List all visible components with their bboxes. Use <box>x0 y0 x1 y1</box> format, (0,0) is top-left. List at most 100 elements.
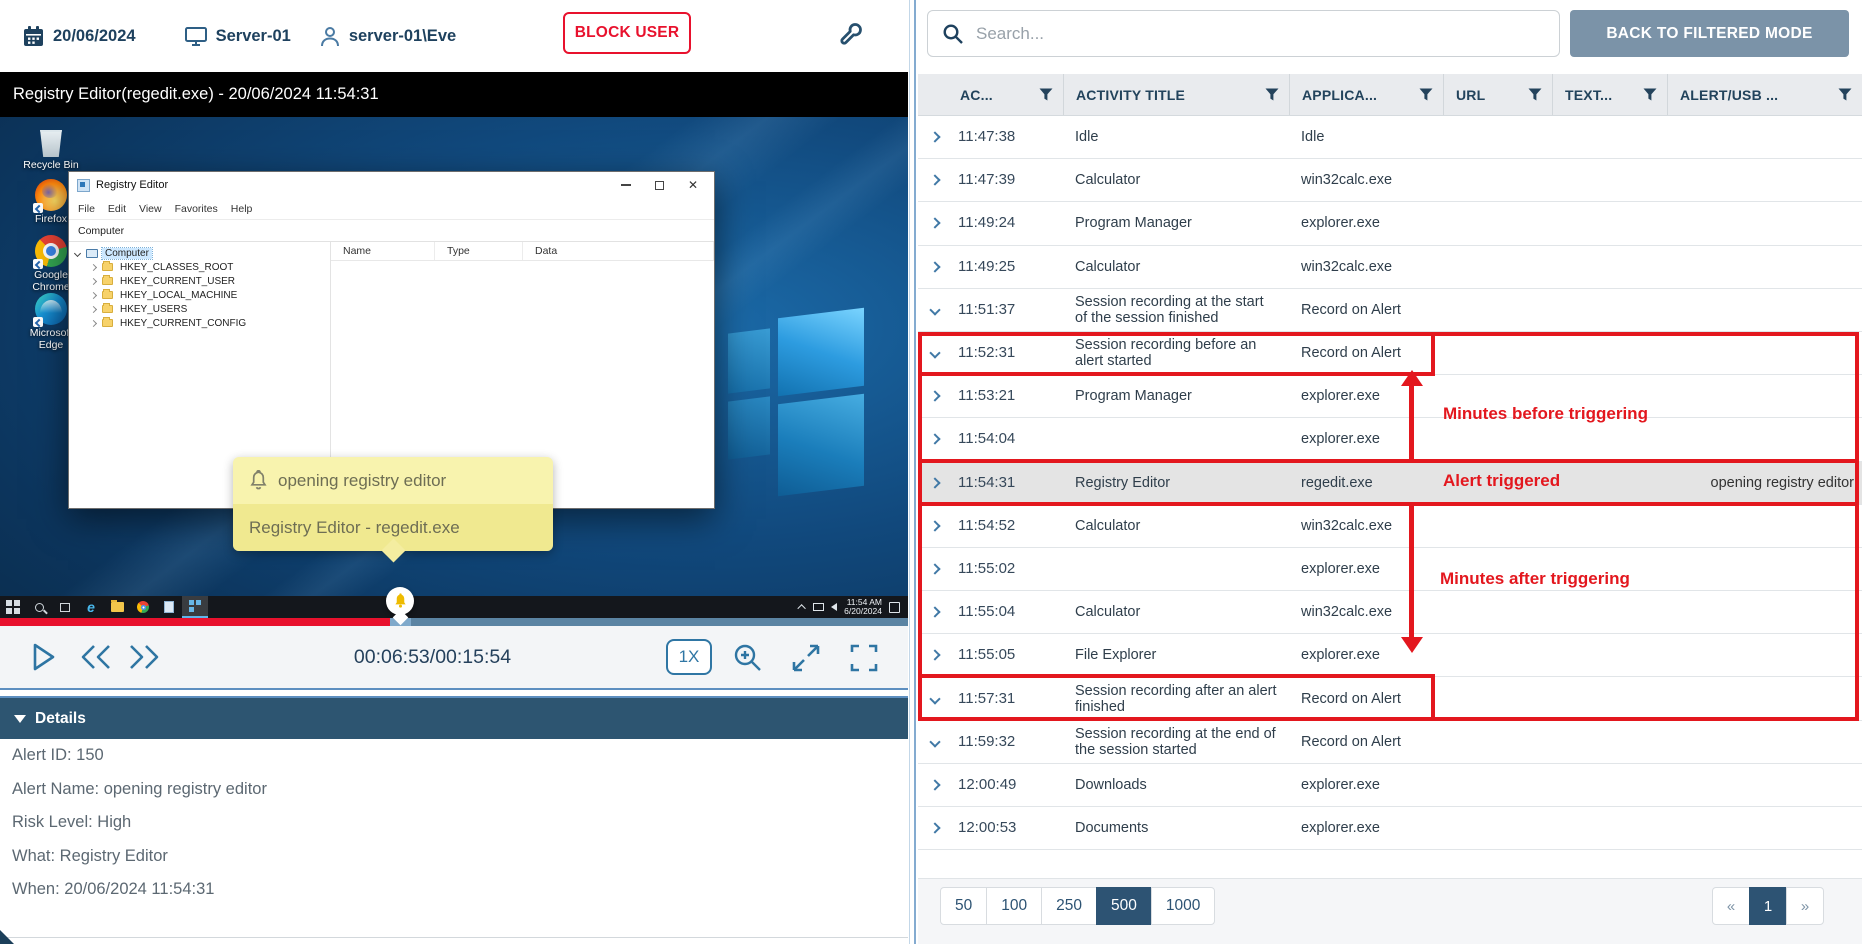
windows-logo <box>778 394 864 497</box>
expand-chevron-icon[interactable] <box>929 131 940 142</box>
table-row[interactable]: 11:57:31Session recording after an alert… <box>918 677 1862 720</box>
search-input[interactable] <box>976 24 1516 44</box>
expand-chevron-icon[interactable] <box>929 736 940 747</box>
regedit-column-data: Data <box>523 242 714 260</box>
table-row[interactable]: 11:53:21Program Managerexplorer.exe <box>918 375 1862 418</box>
page-size-250[interactable]: 250 <box>1041 887 1097 925</box>
filter-funnel-icon[interactable] <box>1039 88 1053 101</box>
expand-chevron-icon[interactable] <box>929 261 940 272</box>
table-row[interactable]: 11:49:24Program Managerexplorer.exe <box>918 202 1862 245</box>
table-row[interactable]: 11:55:05File Explorerexplorer.exe <box>918 634 1862 677</box>
table-row[interactable]: 11:47:39Calculatorwin32calc.exe <box>918 159 1862 202</box>
registry-tree-item: HKEY_CURRENT_CONFIG <box>69 316 330 330</box>
page-size-500[interactable]: 500 <box>1096 887 1152 925</box>
table-row[interactable]: 11:55:02explorer.exe <box>918 548 1862 591</box>
activity-title-cell: Calculator <box>1063 172 1289 188</box>
filter-funnel-icon[interactable] <box>1528 88 1542 101</box>
table-row[interactable]: 12:00:53Documentsexplorer.exe <box>918 807 1862 850</box>
alert-usb-cell: opening registry editor <box>1667 475 1862 491</box>
expand-chevron-icon[interactable] <box>929 347 940 358</box>
block-user-button[interactable]: BLOCK USER <box>563 12 691 54</box>
expand-chevron-icon[interactable] <box>929 477 940 488</box>
expand-chevron-icon[interactable] <box>929 218 940 229</box>
column-header-3[interactable]: URL <box>1443 74 1552 115</box>
expand-chevron-icon[interactable] <box>929 434 940 445</box>
taskbar-chrome-icon <box>130 596 156 618</box>
filter-funnel-icon[interactable] <box>1838 88 1852 101</box>
activity-title-cell: Documents <box>1063 820 1289 836</box>
settings-wrench-icon[interactable] <box>832 20 866 54</box>
activity-time-cell: 11:49:24 <box>948 215 1063 231</box>
pager: « 1 » <box>1712 887 1824 925</box>
regedit-window-title: Registry Editor <box>96 179 621 191</box>
table-row[interactable]: 11:51:37Session recording at the start o… <box>918 289 1862 332</box>
application-cell: explorer.exe <box>1289 431 1443 447</box>
activity-time-cell: 12:00:49 <box>948 777 1063 793</box>
expand-chevron-icon[interactable] <box>929 693 940 704</box>
filter-funnel-icon[interactable] <box>1265 88 1279 101</box>
column-header-2[interactable]: APPLICA... <box>1289 74 1443 115</box>
fullscreen-button[interactable] <box>848 641 880 677</box>
application-cell: Record on Alert <box>1289 345 1443 361</box>
prev-page-button[interactable]: « <box>1712 887 1750 925</box>
table-row[interactable]: 12:00:49Downloadsexplorer.exe <box>918 764 1862 807</box>
table-row[interactable]: 11:54:52Calculatorwin32calc.exe <box>918 505 1862 548</box>
back-to-filtered-mode-button[interactable]: BACK TO FILTERED MODE <box>1570 10 1849 57</box>
zoom-in-button[interactable] <box>732 641 764 677</box>
activity-title-cell: File Explorer <box>1063 647 1289 663</box>
filter-funnel-icon[interactable] <box>1419 88 1433 101</box>
video-timeline[interactable] <box>0 618 908 626</box>
expand-chevron-icon[interactable] <box>929 650 940 661</box>
table-row[interactable]: 11:52:31Session recording before an aler… <box>918 332 1862 375</box>
registry-tree-item: HKEY_LOCAL_MACHINE <box>69 288 330 302</box>
next-page-button[interactable]: » <box>1786 887 1824 925</box>
filter-funnel-icon[interactable] <box>1643 88 1657 101</box>
search-icon <box>942 23 964 45</box>
table-row[interactable]: 11:59:32Session recording at the end of … <box>918 721 1862 764</box>
application-cell: explorer.exe <box>1289 820 1443 836</box>
column-header-0[interactable]: AC... <box>948 74 1063 115</box>
alert-marker-pin[interactable] <box>386 587 414 625</box>
column-header-5[interactable]: ALERT/USB ... <box>1667 74 1862 115</box>
application-cell: regedit.exe <box>1289 475 1443 491</box>
expand-chevron-icon[interactable] <box>929 175 940 186</box>
regedit-menu-item: Edit <box>108 203 126 215</box>
computer-icon <box>184 25 208 48</box>
column-header-4[interactable]: TEXT... <box>1552 74 1667 115</box>
page-size-1000[interactable]: 1000 <box>1151 887 1215 925</box>
expand-view-button[interactable] <box>790 641 822 677</box>
page-size-100[interactable]: 100 <box>986 887 1042 925</box>
expand-chevron-icon[interactable] <box>929 606 940 617</box>
activity-title-cell: Session recording at the end of the sess… <box>1063 726 1289 758</box>
expand-chevron-icon[interactable] <box>929 822 940 833</box>
expand-chevron-icon[interactable] <box>929 304 940 315</box>
application-cell: explorer.exe <box>1289 777 1443 793</box>
activity-time-cell: 11:55:04 <box>948 604 1063 620</box>
table-row[interactable]: 11:54:04explorer.exe <box>918 418 1862 461</box>
activity-time-cell: 11:55:05 <box>948 647 1063 663</box>
start-icon <box>0 596 26 618</box>
expand-chevron-icon[interactable] <box>929 563 940 574</box>
fast-forward-button[interactable] <box>124 640 164 676</box>
activity-time-cell: 11:49:25 <box>948 259 1063 275</box>
expand-chevron-icon[interactable] <box>929 779 940 790</box>
expand-chevron-icon[interactable] <box>929 391 940 402</box>
table-row[interactable]: 11:47:38IdleIdle <box>918 116 1862 159</box>
table-row[interactable]: 11:55:04Calculatorwin32calc.exe <box>918 591 1862 634</box>
expand-chevron-icon[interactable] <box>929 520 940 531</box>
regedit-addressbar: Computer <box>69 220 714 242</box>
rewind-button[interactable] <box>76 640 116 676</box>
playback-speed-button[interactable]: 1X <box>666 639 712 675</box>
details-line: Alert ID: 150 <box>0 739 908 773</box>
page-size-50[interactable]: 50 <box>940 887 987 925</box>
play-button[interactable] <box>30 640 58 676</box>
table-row[interactable]: 11:54:31Registry Editorregedit.exeopenin… <box>918 462 1862 505</box>
table-row[interactable]: 11:49:25Calculatorwin32calc.exe <box>918 246 1862 289</box>
column-header-1[interactable]: ACTIVITY TITLE <box>1063 74 1289 115</box>
activity-title-cell: Downloads <box>1063 777 1289 793</box>
details-section-header[interactable]: Details <box>0 698 908 739</box>
current-page-button[interactable]: 1 <box>1749 887 1787 925</box>
calendar-icon <box>22 25 45 48</box>
taskbar-clock: 11:54 AM 6/20/2024 <box>844 598 882 617</box>
panel-splitter[interactable] <box>909 0 916 944</box>
